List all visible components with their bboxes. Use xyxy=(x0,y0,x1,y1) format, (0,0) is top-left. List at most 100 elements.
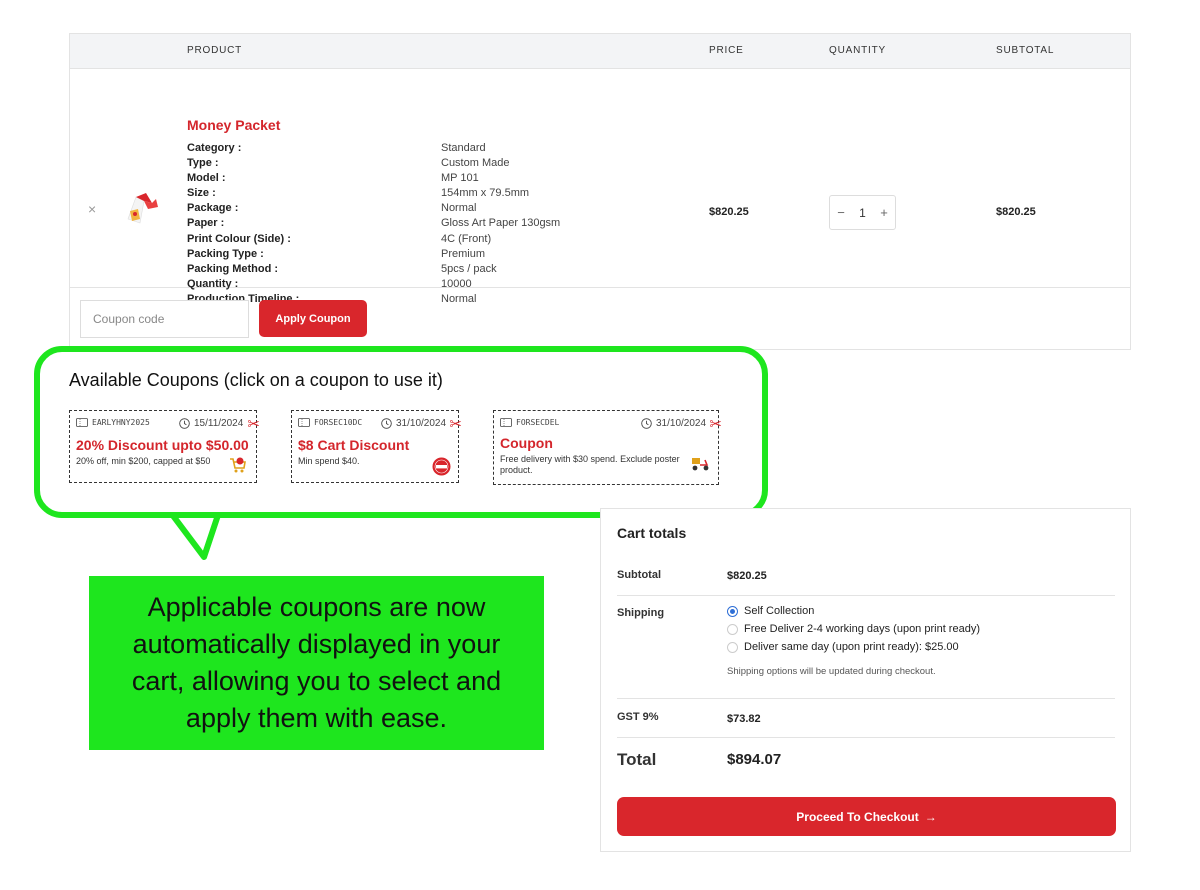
clock-icon xyxy=(381,418,392,429)
spec-value: Standard xyxy=(441,142,486,154)
coupon-code-text: FORSECDEL xyxy=(516,418,560,427)
spec-key: Packing Method : xyxy=(187,262,279,275)
scissors-icon: ✂ xyxy=(247,416,260,433)
spec-row: Category : Standard xyxy=(187,141,687,156)
gst-label: GST 9% xyxy=(617,711,659,723)
divider xyxy=(617,737,1115,738)
coupon-title: 20% Discount upto $50.00 xyxy=(76,437,249,453)
cart-table-header: PRODUCT PRICE QUANTITY SUBTOTAL xyxy=(70,34,1130,69)
clock-icon xyxy=(641,418,652,429)
spec-row: Packing Method : 5pcs / pack xyxy=(187,262,687,277)
product-thumbnail[interactable] xyxy=(122,189,160,227)
shipping-option-self-collection[interactable]: Self Collection xyxy=(727,605,814,617)
spec-value: 4C (Front) xyxy=(441,232,492,245)
spec-value: 154mm x 79.5mm xyxy=(441,187,530,200)
coupon-expiry: 31/10/2024 xyxy=(641,418,706,429)
spec-key: Type : xyxy=(187,157,219,170)
coupon-description: Min spend $40. xyxy=(298,456,360,466)
item-price: $820.25 xyxy=(709,206,749,218)
coupon-code: FORSECDEL xyxy=(500,418,559,427)
coupon-code-text: FORSEC10DC xyxy=(314,418,363,427)
spec-value: MP 101 xyxy=(441,172,479,185)
quantity-decrease-button[interactable]: − xyxy=(837,205,845,220)
ticket-icon xyxy=(298,418,310,427)
remove-item-icon[interactable]: × xyxy=(88,202,96,216)
spec-key: Quantity : xyxy=(187,277,239,290)
radio-selected[interactable] xyxy=(727,605,738,617)
coupon-expiry-date: 15/11/2024 xyxy=(194,418,244,429)
spec-row: Packing Type : Premium xyxy=(187,247,687,262)
spec-value: 5pcs / pack xyxy=(441,262,497,275)
shipping-option-same-day[interactable]: Deliver same day (upon print ready): $25… xyxy=(727,641,959,653)
ticket-icon xyxy=(500,418,512,427)
subtotal-value: $820.25 xyxy=(727,570,767,582)
spec-key: Model : xyxy=(187,172,226,185)
shipping-note: Shipping options will be updated during … xyxy=(727,666,936,677)
spec-row: Paper : Gloss Art Paper 130gsm xyxy=(187,216,687,231)
shopping-cart-icon xyxy=(230,457,246,473)
spec-key: Category : xyxy=(187,142,242,154)
item-subtotal: $820.25 xyxy=(996,206,1036,218)
product-name[interactable]: Money Packet xyxy=(187,117,280,133)
coupon-code: FORSEC10DC xyxy=(298,418,362,427)
radio-unselected[interactable] xyxy=(727,641,738,653)
checkout-label: Proceed To Checkout xyxy=(796,809,919,824)
clock-icon xyxy=(179,418,190,429)
arrow-right-icon: → xyxy=(924,809,937,824)
header-quantity: QUANTITY xyxy=(829,45,886,56)
coupon-code-input[interactable] xyxy=(80,300,249,338)
cart-item-row: × Money Packet Category : Standard Type :… xyxy=(70,69,1130,305)
spec-row: Quantity : 10000 xyxy=(187,277,687,292)
coupon-description: Free delivery with $30 spend. Exclude po… xyxy=(500,454,680,475)
spec-value: Gloss Art Paper 130gsm xyxy=(441,217,561,230)
available-coupons-title: Available Coupons (click on a coupon to … xyxy=(69,370,443,390)
divider xyxy=(617,595,1115,596)
coupon-expiry: 15/11/2024 xyxy=(179,418,243,429)
scissors-icon: ✂ xyxy=(709,416,722,433)
coupon-code: EARLYHNY2025 xyxy=(76,418,150,427)
apply-coupon-button[interactable]: Apply Coupon xyxy=(259,300,367,337)
cart-totals-title: Cart totals xyxy=(617,525,687,541)
gst-value: $73.82 xyxy=(727,713,761,725)
spec-row: Model : MP 101 xyxy=(187,171,687,186)
header-subtotal: SUBTOTAL xyxy=(996,45,1055,56)
spec-key: Paper : xyxy=(187,217,225,230)
shipping-option-free-deliver[interactable]: Free Deliver 2-4 working days (upon prin… xyxy=(727,623,980,635)
scissors-icon: ✂ xyxy=(449,416,462,433)
shipping-option-label: Free Deliver 2-4 working days (upon prin… xyxy=(744,623,980,635)
shipping-option-label: Self Collection xyxy=(744,605,815,617)
quantity-increase-button[interactable]: + xyxy=(880,205,888,220)
spec-row: Package : Normal xyxy=(187,201,687,216)
radio-unselected[interactable] xyxy=(727,623,738,635)
available-coupons-callout: Available Coupons (click on a coupon to … xyxy=(34,346,768,518)
cart-totals-panel: Cart totals Subtotal $820.25 Shipping Se… xyxy=(600,508,1131,852)
header-price: PRICE xyxy=(709,45,744,56)
cart-table: PRODUCT PRICE QUANTITY SUBTOTAL × Money … xyxy=(69,33,1131,350)
quantity-stepper: − 1 + xyxy=(829,195,896,230)
product-specs: Category : Standard Type : Custom Made Mod… xyxy=(187,141,687,307)
coupon-code-text: EARLYHNY2025 xyxy=(92,418,150,427)
spec-value: Normal xyxy=(441,292,477,305)
header-product: PRODUCT xyxy=(187,45,243,56)
coupon-title: Coupon xyxy=(500,435,553,451)
total-label: Total xyxy=(617,750,657,769)
quantity-value[interactable]: 1 xyxy=(859,206,866,220)
spec-key: Package : xyxy=(187,202,239,215)
subtotal-label: Subtotal xyxy=(617,569,661,581)
spec-key: Size : xyxy=(187,187,216,200)
spec-row: Type : Custom Made xyxy=(187,156,687,171)
coupon-title: $8 Cart Discount xyxy=(298,437,410,453)
coupon-expiry: 31/10/2024 xyxy=(381,418,446,429)
total-value: $894.07 xyxy=(727,751,782,768)
proceed-to-checkout-button[interactable]: Proceed To Checkout → xyxy=(617,797,1116,836)
shipping-label: Shipping xyxy=(617,607,665,619)
coupon-card[interactable]: EARLYHNY2025 15/11/2024 ✂ 20% Discount u… xyxy=(69,410,260,483)
coupon-card[interactable]: FORSEC10DC 31/10/2024 ✂ $8 Cart Discount… xyxy=(291,410,462,483)
spec-key: Packing Type : xyxy=(187,247,264,260)
spec-value: 10000 xyxy=(441,277,472,290)
coupon-card[interactable]: FORSECDEL 31/10/2024 ✂ Coupon Free deliv… xyxy=(493,410,722,485)
sale-tag-icon xyxy=(432,457,451,476)
callout-message: Applicable coupons are now automatically… xyxy=(89,576,544,750)
spec-key: Print Colour (Side) : xyxy=(187,232,291,245)
spec-row: Print Colour (Side) : 4C (Front) xyxy=(187,232,687,247)
